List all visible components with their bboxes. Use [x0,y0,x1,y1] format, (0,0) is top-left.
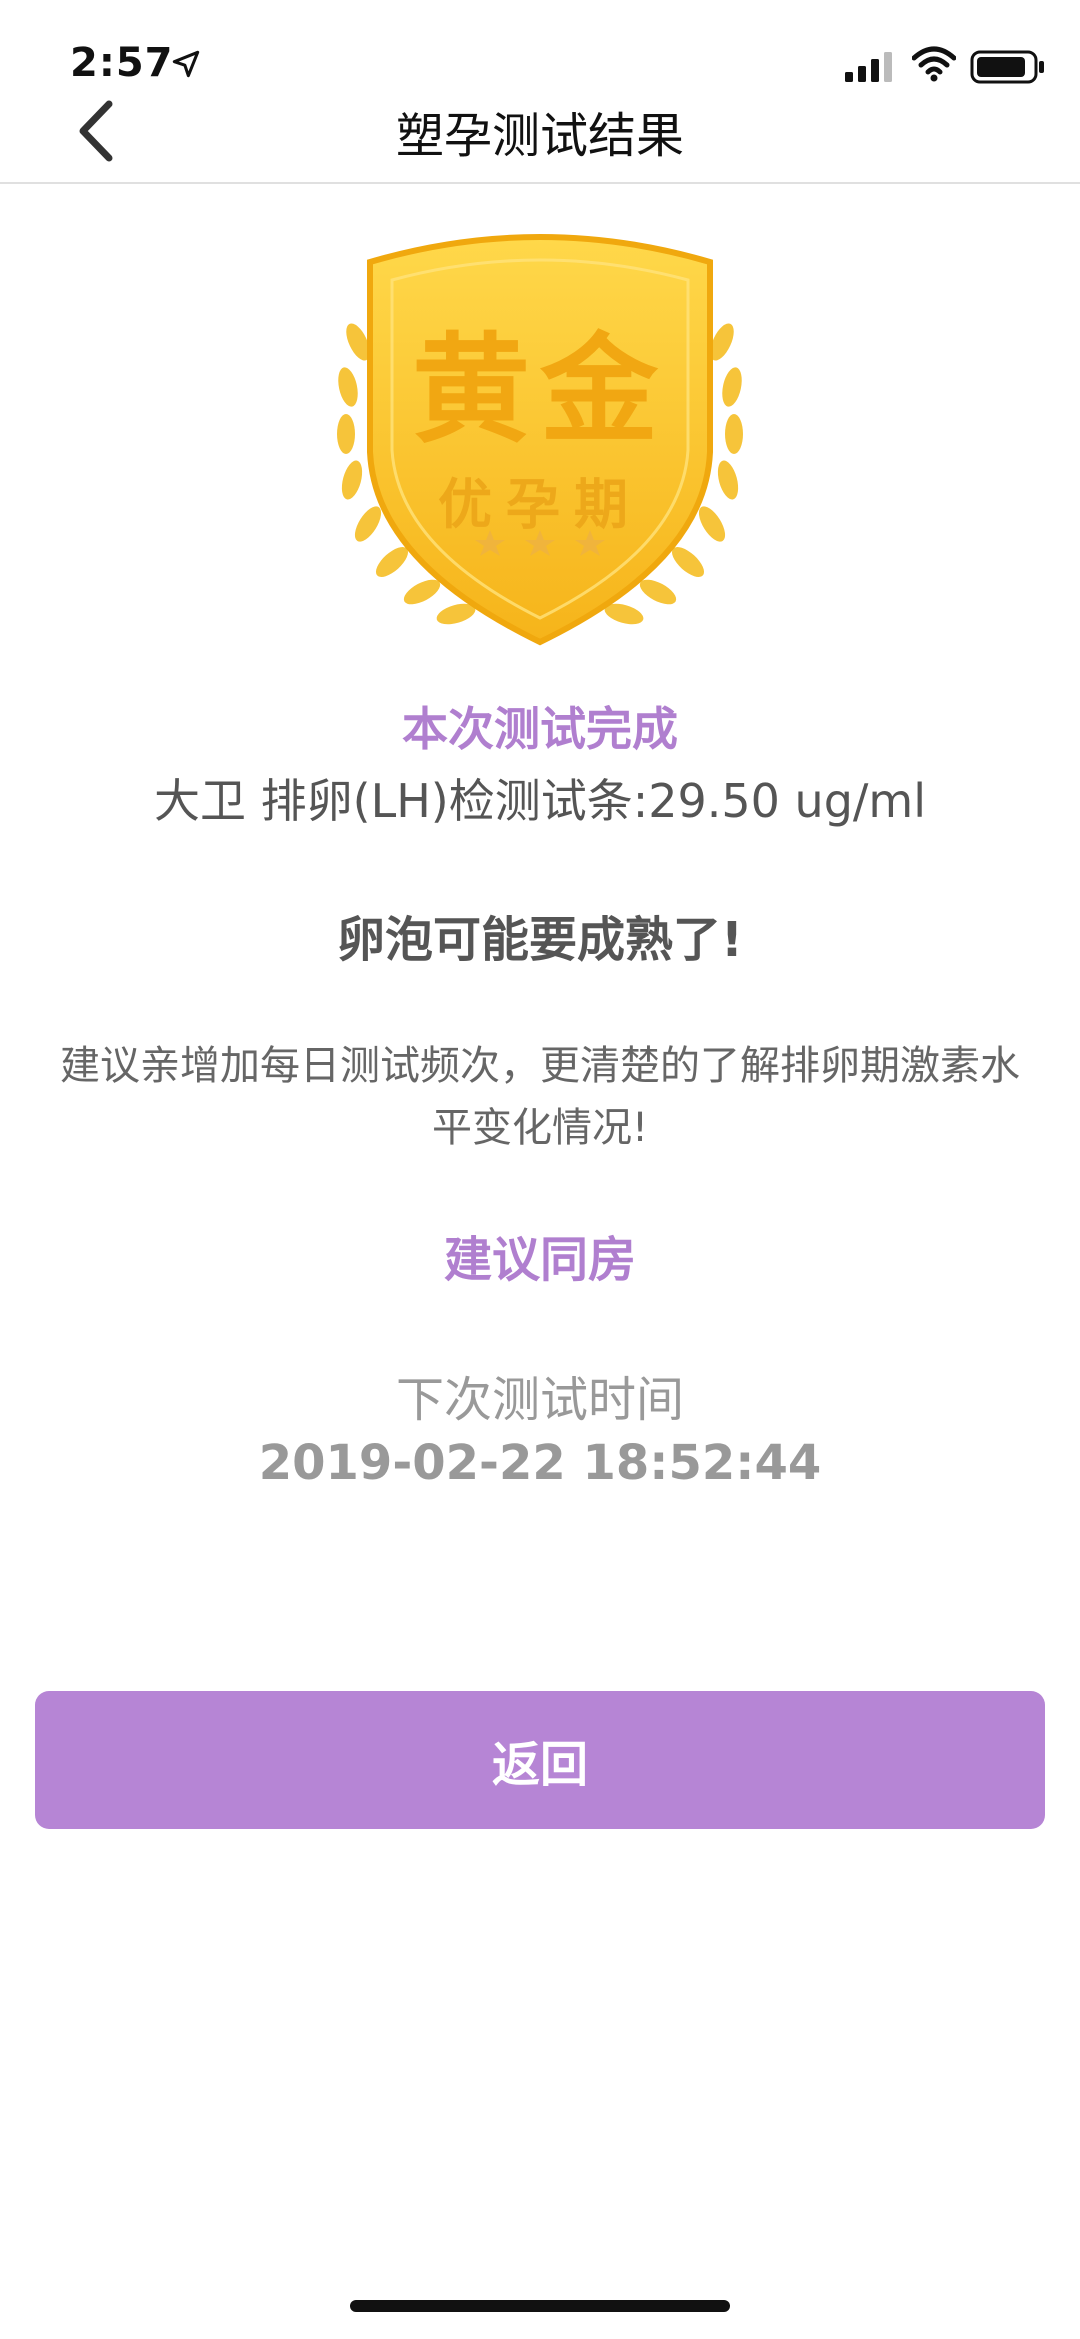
measurement-result: 大卫 排卵(LH)检测试条:29.50 ug/ml [154,774,926,828]
home-indicator[interactable] [350,2300,730,2312]
battery-icon [970,50,1044,84]
cellular-signal-icon [845,52,892,82]
suggestion-label: 建议同房 [443,1232,636,1288]
page-title: 塑孕测试结果 [395,108,684,164]
location-arrow-icon [172,50,200,78]
status-time: 2:57 [70,40,174,86]
wifi-icon [912,46,956,82]
status-message: 卵泡可能要成熟了! [337,912,743,968]
badge-title: 黄金 [411,321,668,459]
gold-badge: 黄金 优孕期 [330,222,750,662]
nav-bar: 塑孕测试结果 [0,86,1080,184]
test-complete-label: 本次测试完成 [402,702,678,756]
next-test-label: 下次测试时间 [395,1372,684,1428]
advice-text: 建议亲增加每日测试频次，更清楚的了解排卵期激素水平变化情况! [60,1043,1020,1151]
badge-subtitle: 优孕期 [438,473,642,536]
return-button[interactable]: 返回 [35,1691,1045,1829]
next-test-time: 2019-02-22 18:52:44 [258,1435,822,1491]
